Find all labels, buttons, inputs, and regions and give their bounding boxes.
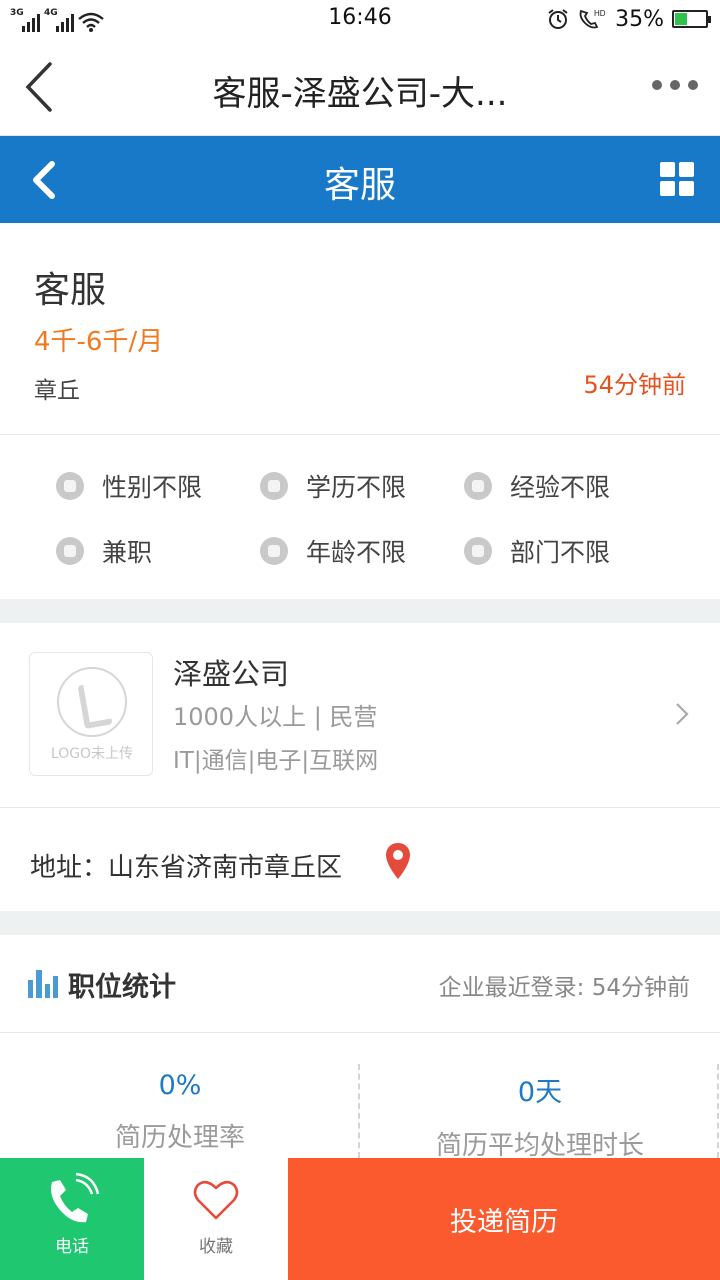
requirement-label: 兼职 bbox=[102, 538, 153, 567]
battery-icon bbox=[672, 10, 711, 28]
company-card[interactable]: LOGO未上传 泽盛公司 1000人以上 | 民营 IT|通信|电子|互联网 bbox=[0, 623, 720, 808]
job-nav-title: 客服 bbox=[323, 165, 396, 206]
address-row[interactable]: 地址：山东省济南市章丘区 bbox=[0, 809, 720, 911]
requirement-age: 年龄不限 bbox=[260, 533, 406, 569]
hd-call-icon: HD bbox=[579, 9, 606, 29]
alarm-icon bbox=[548, 9, 568, 29]
phone-button[interactable]: 电话 bbox=[0, 1158, 144, 1280]
job-stats-header: 职位统计 企业最近登录: 54分钟前 bbox=[0, 935, 720, 1033]
bar-chart-icon bbox=[28, 968, 58, 998]
phone-label: 电话 bbox=[55, 1237, 89, 1257]
experience-icon bbox=[464, 472, 492, 500]
job-salary: 4千-6千/月 bbox=[34, 327, 164, 357]
bottom-action-bar: 电话 收藏 投递简历 bbox=[0, 1158, 720, 1280]
gender-icon bbox=[56, 472, 84, 500]
metric-value: 0% bbox=[158, 1070, 202, 1101]
metric-label: 简历处理率 bbox=[114, 1123, 245, 1153]
requirement-department: 部门不限 bbox=[464, 533, 610, 569]
favorite-label: 收藏 bbox=[199, 1237, 233, 1257]
company-industry: IT|通信|电子|互联网 bbox=[173, 748, 379, 774]
age-icon bbox=[260, 537, 288, 565]
chevron-right-icon bbox=[676, 703, 689, 725]
submit-resume-button[interactable]: 投递简历 bbox=[288, 1158, 720, 1280]
metric-divider bbox=[717, 1064, 719, 1158]
section-gap bbox=[0, 599, 720, 623]
back-chevron-icon[interactable] bbox=[20, 60, 60, 114]
phone-icon bbox=[51, 1172, 100, 1223]
svg-text:HD: HD bbox=[594, 9, 606, 18]
job-location: 章丘 bbox=[34, 378, 80, 404]
job-requirements: 性别不限 学历不限 经验不限 兼职 年龄不限 部门不限 bbox=[0, 436, 720, 599]
requirement-label: 经验不限 bbox=[510, 473, 611, 502]
job-type-icon bbox=[56, 537, 84, 565]
favorite-button[interactable]: 收藏 bbox=[144, 1158, 288, 1280]
requirement-gender: 性别不限 bbox=[56, 468, 202, 504]
logo-placeholder-text: LOGO未上传 bbox=[50, 746, 134, 762]
status-bar: 3G 4G 16:46 HD 35% bbox=[0, 0, 720, 38]
education-icon bbox=[260, 472, 288, 500]
app-header: 客服-泽盛公司-大... bbox=[0, 38, 720, 136]
department-icon bbox=[464, 537, 492, 565]
more-dots-icon[interactable] bbox=[652, 80, 698, 90]
job-summary: 客服 4千-6千/月 章丘 54分钟前 bbox=[0, 223, 720, 435]
metric-label: 简历平均处理时长 bbox=[435, 1131, 644, 1161]
job-posted-time: 54分钟前 bbox=[583, 371, 686, 399]
battery-percent: 35% bbox=[615, 6, 664, 32]
requirement-label: 性别不限 bbox=[102, 473, 203, 502]
requirement-experience: 经验不限 bbox=[464, 468, 610, 504]
page-title: 客服-泽盛公司-大... bbox=[212, 74, 508, 114]
requirement-job-type: 兼职 bbox=[56, 533, 152, 569]
section-gap bbox=[0, 911, 720, 935]
metric-process-time: 0天 简历平均处理时长 bbox=[360, 1070, 720, 1162]
address-text: 地址：山东省济南市章丘区 bbox=[30, 853, 343, 883]
location-pin-icon[interactable] bbox=[384, 841, 412, 881]
grid-icon[interactable] bbox=[660, 162, 694, 196]
status-right: HD 35% bbox=[547, 6, 711, 32]
stats-title: 职位统计 bbox=[68, 972, 176, 1003]
last-login: 企业最近登录: 54分钟前 bbox=[438, 975, 690, 1001]
submit-resume-label: 投递简历 bbox=[450, 1207, 558, 1238]
stats-metrics: 0% 简历处理率 0天 简历平均处理时长 bbox=[0, 1034, 720, 1161]
heart-icon bbox=[193, 1180, 239, 1220]
requirement-label: 学历不限 bbox=[306, 473, 407, 502]
company-logo: LOGO未上传 bbox=[29, 652, 153, 776]
metric-process-rate: 0% 简历处理率 bbox=[0, 1070, 360, 1154]
logo-placeholder-icon bbox=[57, 667, 127, 737]
job-nav-bar: 客服 bbox=[0, 136, 720, 223]
company-size-type: 1000人以上 | 民营 bbox=[173, 703, 378, 731]
requirement-label: 部门不限 bbox=[510, 538, 611, 567]
requirement-education: 学历不限 bbox=[260, 468, 406, 504]
metric-value: 0天 bbox=[517, 1077, 563, 1108]
company-name: 泽盛公司 bbox=[173, 657, 290, 691]
requirement-label: 年龄不限 bbox=[306, 538, 407, 567]
job-title: 客服 bbox=[34, 270, 107, 311]
